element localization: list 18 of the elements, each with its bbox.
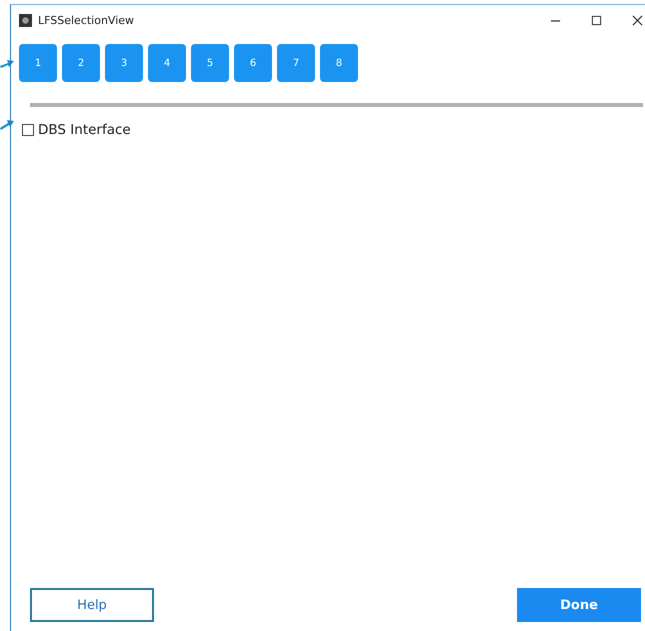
done-button[interactable]: Done xyxy=(517,588,641,622)
checkbox-label: DBS Interface xyxy=(38,122,131,138)
number-button[interactable]: 2 xyxy=(62,44,100,82)
number-button[interactable]: 3 xyxy=(105,44,143,82)
number-button[interactable]: 6 xyxy=(234,44,272,82)
close-icon[interactable] xyxy=(632,14,643,26)
help-button[interactable]: Help xyxy=(30,588,154,622)
annotation-arrow-icon xyxy=(0,118,14,130)
maximize-icon[interactable] xyxy=(591,14,602,26)
number-button[interactable]: 5 xyxy=(191,44,229,82)
annotation-arrow-icon xyxy=(0,58,14,70)
number-button[interactable]: 7 xyxy=(277,44,315,82)
number-button[interactable]: 8 xyxy=(320,44,358,82)
app-icon xyxy=(19,14,32,26)
number-button[interactable]: 1 xyxy=(19,44,57,82)
window-title: LFSSelectionView xyxy=(38,14,134,26)
checkbox[interactable] xyxy=(22,124,34,136)
number-button[interactable]: 4 xyxy=(148,44,186,82)
